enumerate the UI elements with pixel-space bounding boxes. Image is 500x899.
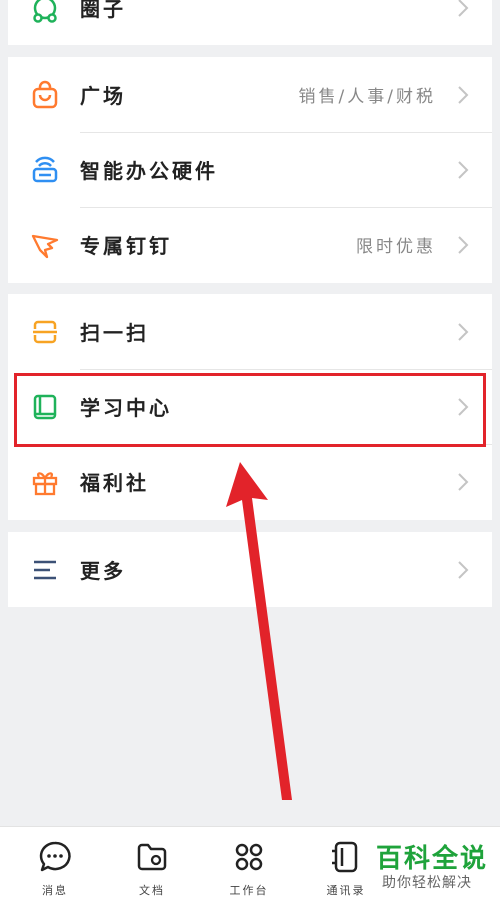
menu-item-circle[interactable]: 圈子: [8, 0, 492, 45]
chevron-right-icon: [458, 472, 469, 491]
menu-item-square[interactable]: 广场 销售/人事/财税: [8, 57, 492, 132]
router-icon: [30, 155, 60, 185]
watermark-title: 百科全说: [376, 844, 489, 874]
watermark: 百科全说 助你轻松解决: [376, 838, 500, 894]
contacts-icon: [332, 841, 358, 873]
menu-item-extra: 限时优惠: [356, 237, 436, 257]
gift-icon: [30, 467, 60, 497]
chevron-right-icon: [458, 85, 469, 104]
chevron-right-icon: [458, 397, 469, 416]
chevron-right-icon: [458, 560, 469, 579]
menu-lines-icon: [30, 555, 60, 585]
menu-item-scan[interactable]: 扫一扫: [8, 294, 492, 369]
tab-messages[interactable]: 消息: [15, 837, 95, 897]
menu-group-1: 广场 销售/人事/财税 智能办公硬件 专属钉钉 限时优惠: [8, 57, 492, 283]
menu-item-label: 福利社: [80, 471, 149, 495]
tab-label: 通讯录: [326, 884, 366, 897]
menu-item-label: 更多: [80, 559, 126, 583]
menu-group-3: 更多: [8, 532, 492, 607]
menu-item-exclusive[interactable]: 专属钉钉 限时优惠: [8, 207, 492, 282]
watermark-subtitle: 助你轻松解决: [382, 875, 472, 891]
grid-icon: [235, 843, 263, 871]
folder-icon: [137, 843, 167, 871]
menu-item-label: 学习中心: [80, 396, 172, 420]
menu-item-welfare[interactable]: 福利社: [8, 444, 492, 519]
chevron-right-icon: [458, 0, 469, 17]
shopping-bag-icon: [30, 80, 60, 110]
scan-icon: [30, 317, 60, 347]
chat-icon: [39, 841, 71, 872]
menu-item-label: 广场: [80, 84, 126, 108]
menu-group-0: 圈子: [8, 0, 492, 45]
tab-docs[interactable]: 文档: [112, 837, 192, 897]
chevron-right-icon: [458, 322, 469, 341]
menu-item-label: 智能办公硬件: [80, 159, 218, 183]
menu-item-more[interactable]: 更多: [8, 532, 492, 607]
menu-item-label: 扫一扫: [80, 321, 149, 345]
wing-icon: [30, 230, 60, 260]
menu-item-extra: 销售/人事/财税: [298, 87, 436, 107]
menu-item-label: 圈子: [80, 0, 126, 21]
book-icon: [30, 392, 60, 422]
tab-workbench[interactable]: 工作台: [209, 837, 289, 897]
menu-item-hardware[interactable]: 智能办公硬件: [8, 132, 492, 207]
people-circle-icon: [30, 0, 60, 23]
tab-label: 工作台: [229, 884, 269, 897]
chevron-right-icon: [458, 235, 469, 254]
menu-group-2: 扫一扫 学习中心 福利社: [8, 294, 492, 520]
tab-contacts[interactable]: 通讯录: [306, 837, 386, 897]
menu-item-label: 专属钉钉: [80, 234, 172, 258]
tab-label: 文档: [139, 884, 165, 897]
menu-item-learning[interactable]: 学习中心: [8, 369, 492, 444]
chevron-right-icon: [458, 160, 469, 179]
tab-label: 消息: [42, 884, 68, 897]
